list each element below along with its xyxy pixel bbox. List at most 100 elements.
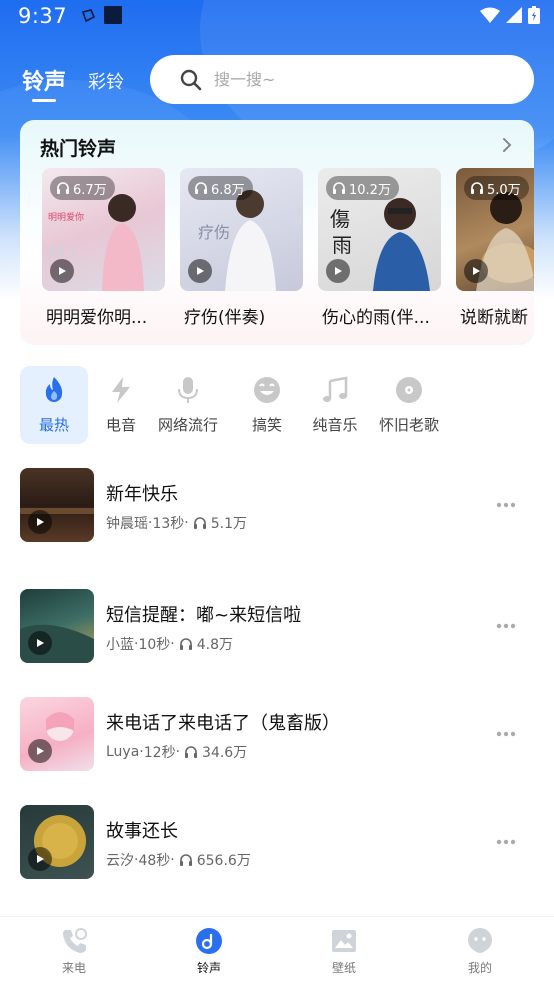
more-options-icon[interactable] <box>496 623 516 629</box>
song-title: 故事还长 <box>106 821 178 842</box>
song-meta: Luya · 12秒 · 34.6万 <box>106 742 247 762</box>
album-play-count-text: 10.2万 <box>349 182 391 198</box>
play-icon <box>37 855 44 863</box>
play-icon <box>37 639 44 647</box>
svg-text:傷: 傷 <box>330 207 350 231</box>
hot-album-name: 说断就断 <box>460 308 528 328</box>
tab-color-ringtone-label: 彩铃 <box>88 72 124 93</box>
notification-icon <box>81 9 96 23</box>
category-internet-pop[interactable]: 网络流行 <box>154 366 222 444</box>
app-notification-icon <box>104 6 122 24</box>
song-cover <box>20 805 94 879</box>
song-row[interactable]: 故事还长 云汐 · 48秒 · 656.6万 <box>20 805 534 879</box>
song-row[interactable]: 短信提醒：嘟~来短信啦 小蓝 · 10秒 · 4.8万 <box>20 589 534 663</box>
song-artist: 钟晨瑶 <box>106 516 148 532</box>
song-meta: 小蓝 · 10秒 · 4.8万 <box>106 634 233 654</box>
play-button[interactable] <box>28 510 52 534</box>
play-button[interactable] <box>28 739 52 763</box>
ringtone-icon <box>196 928 222 954</box>
hot-ringtones-title: 热门铃声 <box>40 138 117 160</box>
song-row[interactable]: 来电话了来电话了（鬼畜版） Luya · 12秒 · 34.6万 <box>20 697 534 771</box>
play-icon <box>197 267 204 275</box>
category-electronic[interactable]: 电音 <box>87 366 155 444</box>
hot-album-name: 伤心的雨(伴... <box>322 308 430 328</box>
category-pure-music[interactable]: 纯音乐 <box>301 366 369 444</box>
lightning-icon <box>112 377 130 403</box>
bottom-navigation: 来电 铃声 壁纸 我的 <box>0 916 554 984</box>
album-play-count-text: 6.7万 <box>73 182 107 198</box>
microphone-icon <box>178 377 198 403</box>
music-note-icon <box>323 376 348 402</box>
status-time: 9:37 <box>18 4 68 28</box>
song-duration: 10秒 <box>138 637 171 653</box>
nav-label: 我的 <box>467 961 492 975</box>
song-plays: 4.8万 <box>196 637 233 653</box>
search-input[interactable] <box>214 70 494 89</box>
song-cover <box>20 697 94 771</box>
song-artist: 云汐 <box>106 853 134 869</box>
album-play-count: 6.8万 <box>188 176 253 200</box>
category-label: 电音 <box>105 416 136 434</box>
search-bar[interactable] <box>150 55 534 104</box>
headphones-icon <box>193 517 206 529</box>
category-oldies[interactable]: 怀旧老歌 <box>375 366 443 444</box>
meta-separator: · <box>175 744 181 760</box>
meta-separator: · <box>170 852 175 868</box>
wifi-icon <box>480 7 500 23</box>
nav-wallpaper[interactable]: 壁纸 <box>304 927 384 976</box>
tab-color-ringtone[interactable]: 彩铃 <box>88 68 124 94</box>
play-button[interactable] <box>50 259 74 283</box>
song-duration: 12秒 <box>143 745 176 761</box>
hot-album-name: 疗伤(伴奏) <box>184 308 266 328</box>
song-plays: 5.1万 <box>210 516 247 532</box>
svg-text:疗伤: 疗伤 <box>198 223 230 242</box>
play-button[interactable] <box>28 631 52 655</box>
nav-call[interactable]: 来电 <box>34 927 114 976</box>
song-title: 来电话了来电话了（鬼畜版） <box>106 713 340 734</box>
headphones-icon <box>185 746 198 758</box>
more-options-icon[interactable] <box>496 839 516 845</box>
category-funny[interactable]: 搞笑 <box>233 366 301 444</box>
hot-album-card[interactable]: 明明爱你 M I 6.7万 <box>42 168 165 291</box>
song-row[interactable]: 新年快乐 钟晨瑶 · 13秒 · 5.1万 <box>20 468 534 542</box>
meta-separator: · <box>184 515 189 531</box>
headphones-icon <box>471 182 483 194</box>
category-label: 网络流行 <box>157 416 218 434</box>
album-play-count: 5.0万 <box>464 176 529 200</box>
tab-active-indicator <box>32 99 56 102</box>
search-icon <box>180 69 202 90</box>
profile-icon <box>468 928 492 953</box>
play-button[interactable] <box>464 259 488 283</box>
status-indicators <box>480 6 540 24</box>
hot-album-card[interactable]: 疗伤 6.8万 <box>180 168 303 291</box>
category-hottest[interactable]: 最热 <box>20 366 88 444</box>
headphones-icon <box>57 182 69 194</box>
more-options-icon[interactable] <box>496 731 516 737</box>
album-play-count: 6.7万 <box>50 176 115 200</box>
tab-ringtone-label: 铃声 <box>22 70 67 95</box>
svg-text:明明爱你: 明明爱你 <box>48 211 84 223</box>
nav-profile[interactable]: 我的 <box>440 927 520 976</box>
phone-icon <box>63 928 87 953</box>
chevron-right-icon[interactable] <box>500 136 514 154</box>
category-label: 搞笑 <box>251 416 282 434</box>
song-artist: Luya <box>106 744 140 760</box>
album-play-count-text: 6.8万 <box>211 182 245 198</box>
nav-ringtone[interactable]: 铃声 <box>169 927 249 976</box>
song-cover <box>20 468 94 542</box>
tab-ringtone[interactable]: 铃声 <box>22 64 67 102</box>
category-label: 纯音乐 <box>312 416 358 434</box>
song-artist: 小蓝 <box>106 637 134 653</box>
play-button[interactable] <box>28 847 52 871</box>
song-title: 新年快乐 <box>106 484 178 505</box>
play-button[interactable] <box>188 259 212 283</box>
headphones-icon <box>195 182 207 194</box>
hot-album-card[interactable]: 5.0万 <box>456 168 534 291</box>
signal-icon <box>506 7 522 23</box>
hot-album-card[interactable]: 傷 雨 10.2万 <box>318 168 441 291</box>
play-icon <box>473 267 480 275</box>
smile-icon <box>254 377 280 403</box>
play-button[interactable] <box>326 259 350 283</box>
hot-ringtones-card: 热门铃声 明明爱你 M I 6.7万 明明爱你明... 疗伤 6.8万 疗伤(伴… <box>20 120 534 345</box>
more-options-icon[interactable] <box>496 502 516 508</box>
